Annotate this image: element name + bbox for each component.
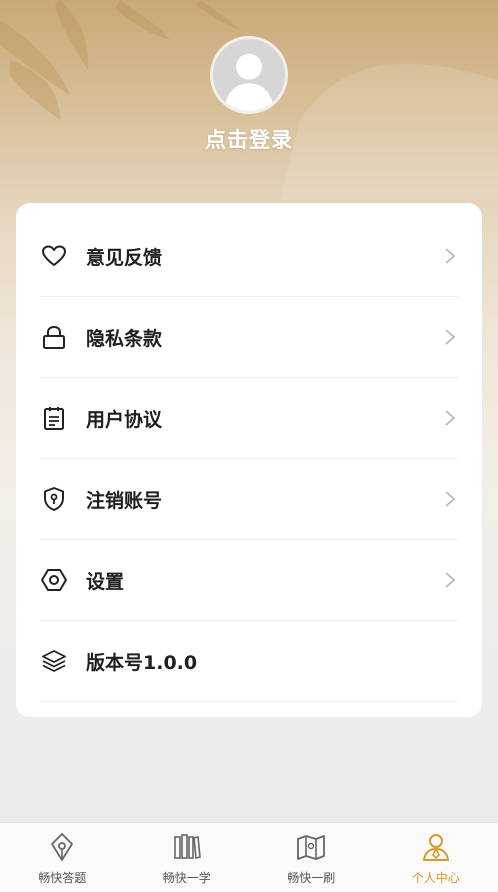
menu-item-delete-account[interactable]: 注销账号: [40, 459, 458, 540]
tab-practice[interactable]: 畅快一刷: [249, 823, 374, 892]
default-user-icon: [213, 39, 285, 111]
menu-label: 设置: [86, 570, 125, 593]
menu-card: 意见反馈 隐私条款 用户协议 注销账号 设置 版本号1.0.0: [16, 203, 482, 717]
bottom-tab-bar: 畅快答题 畅快一学 畅快一刷 个人中心: [0, 822, 498, 892]
chevron-right-icon: [445, 572, 456, 588]
avatar[interactable]: [210, 36, 288, 114]
menu-item-privacy[interactable]: 隐私条款: [40, 297, 458, 378]
tab-study[interactable]: 畅快一学: [125, 823, 250, 892]
person-icon: [422, 834, 449, 861]
version-label: 版本号1.0.0: [86, 651, 198, 674]
chevron-right-icon: [445, 410, 456, 426]
menu-item-settings[interactable]: 设置: [40, 540, 458, 621]
menu-item-version: 版本号1.0.0: [40, 621, 458, 702]
books-icon: [173, 834, 201, 860]
tab-answer-questions[interactable]: 畅快答题: [0, 823, 125, 892]
menu-label: 用户协议: [86, 408, 163, 431]
pen-nib-icon: [51, 833, 74, 861]
chevron-right-icon: [445, 329, 456, 345]
menu-label: 注销账号: [86, 489, 163, 512]
hexagon-settings-icon: [40, 566, 68, 594]
shield-icon: [40, 485, 68, 513]
menu-label: 意见反馈: [86, 246, 163, 269]
heart-icon: [40, 242, 68, 270]
profile-header: 点击登录: [0, 0, 498, 200]
menu-item-user-agreement[interactable]: 用户协议: [40, 378, 458, 459]
menu-label: 隐私条款: [86, 327, 163, 350]
menu-item-feedback[interactable]: 意见反馈: [40, 216, 458, 297]
chevron-right-icon: [445, 248, 456, 264]
chevron-right-icon: [445, 491, 456, 507]
document-icon: [40, 404, 68, 432]
layers-icon: [40, 647, 68, 675]
map-icon: [297, 835, 326, 860]
tab-profile[interactable]: 个人中心: [374, 823, 498, 892]
login-prompt[interactable]: 点击登录: [0, 124, 498, 154]
lock-icon: [40, 323, 68, 351]
